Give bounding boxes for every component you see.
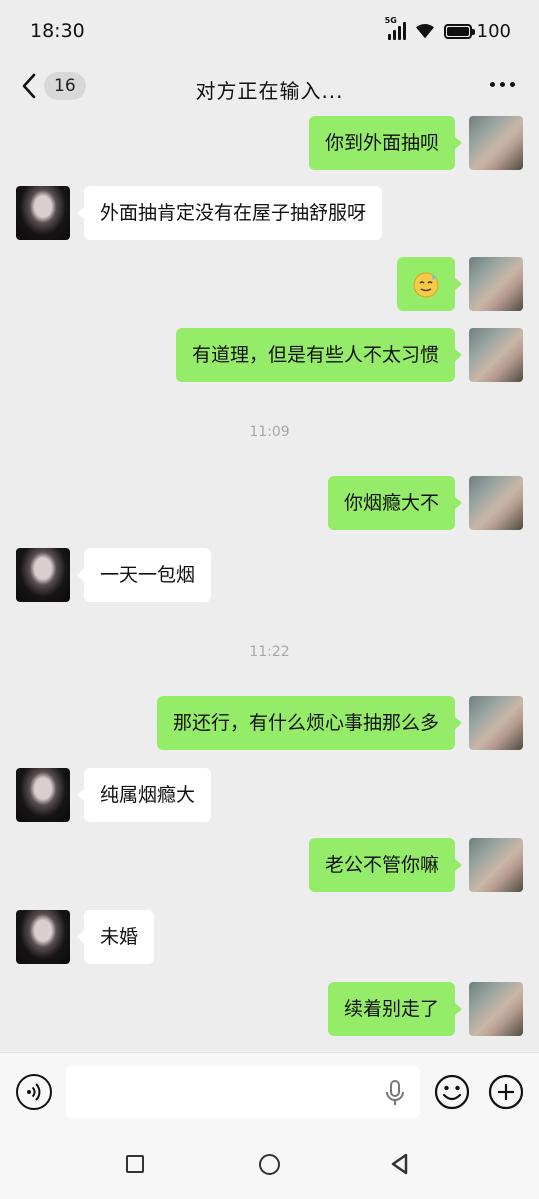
message-bubble[interactable]: 那还行，有什么烦心事抽那么多 [156, 696, 463, 750]
message-sent [397, 257, 523, 311]
battery-indicator: 100 [443, 20, 511, 42]
my-avatar[interactable] [469, 838, 523, 892]
message-sent: 续着别走了 [327, 982, 523, 1036]
my-avatar[interactable] [469, 476, 523, 530]
system-back-icon[interactable] [390, 1153, 410, 1175]
message-received: 未婚 [16, 910, 155, 964]
status-bar: 18:30 5G 100 [0, 0, 539, 62]
recent-apps-icon[interactable] [126, 1155, 144, 1173]
chat-header: 16 对方正在输入... [0, 62, 539, 116]
plus-icon[interactable] [488, 1074, 524, 1110]
chevron-left-icon [22, 73, 36, 99]
message-received: 外面抽肯定没有在屋子抽舒服呀 [16, 186, 383, 240]
message-input[interactable] [66, 1066, 420, 1118]
message-bubble[interactable]: 外面抽肯定没有在屋子抽舒服呀 [76, 186, 383, 240]
voice-input-button[interactable] [16, 1074, 52, 1110]
message-bubble[interactable]: 未婚 [76, 910, 155, 964]
my-avatar[interactable] [469, 116, 523, 170]
signal-icon: 5G [385, 16, 406, 40]
message-timestamp: 11:22 [249, 644, 290, 660]
sweat-smile-emoji-icon [413, 272, 439, 298]
my-avatar[interactable] [469, 257, 523, 311]
contact-avatar[interactable] [16, 548, 70, 602]
network-type: 5G [384, 16, 397, 25]
emoji-icon[interactable] [434, 1074, 470, 1110]
message-bubble[interactable]: 纯属烟瘾大 [76, 768, 212, 822]
message-received: 一天一包烟 [16, 548, 212, 602]
status-time: 18:30 [30, 20, 85, 42]
input-bar [0, 1052, 539, 1130]
message-sent: 你烟瘾大不 [327, 476, 523, 530]
message-sent: 有道理，但是有些人不太习惯 [175, 328, 523, 382]
contact-avatar[interactable] [16, 186, 70, 240]
my-avatar[interactable] [469, 982, 523, 1036]
wifi-icon [415, 23, 434, 39]
message-list[interactable]: 你到外面抽呗 外面抽肯定没有在屋子抽舒服呀 有道理，但是有些人不太习惯 11:0… [0, 116, 539, 1052]
message-bubble[interactable] [397, 257, 462, 311]
system-navigation-bar [0, 1130, 539, 1199]
chat-title: 对方正在输入... [195, 78, 344, 103]
battery-icon [443, 23, 475, 39]
my-avatar[interactable] [469, 328, 523, 382]
home-icon[interactable] [259, 1154, 280, 1175]
unread-count-badge: 16 [44, 72, 86, 100]
message-received: 纯属烟瘾大 [16, 768, 212, 822]
message-timestamp: 11:09 [249, 424, 290, 440]
more-options-button[interactable] [490, 82, 515, 87]
microphone-icon[interactable] [384, 1079, 406, 1107]
message-bubble[interactable]: 续着别走了 [327, 982, 463, 1036]
contact-avatar[interactable] [16, 768, 70, 822]
message-bubble[interactable]: 你到外面抽呗 [308, 116, 463, 170]
back-button[interactable]: 16 [20, 72, 86, 100]
message-bubble[interactable]: 有道理，但是有些人不太习惯 [175, 328, 463, 382]
status-icons: 5G 100 [385, 16, 511, 42]
message-sent: 你到外面抽呗 [308, 116, 523, 170]
message-sent: 老公不管你嘛 [308, 838, 523, 892]
battery-level: 100 [476, 20, 511, 42]
message-bubble[interactable]: 你烟瘾大不 [327, 476, 463, 530]
message-bubble[interactable]: 老公不管你嘛 [308, 838, 463, 892]
more-dots-icon [490, 82, 495, 87]
message-bubble[interactable]: 一天一包烟 [76, 548, 212, 602]
contact-avatar[interactable] [16, 910, 70, 964]
my-avatar[interactable] [469, 696, 523, 750]
voice-icon [27, 1083, 41, 1101]
message-sent: 那还行，有什么烦心事抽那么多 [156, 696, 523, 750]
